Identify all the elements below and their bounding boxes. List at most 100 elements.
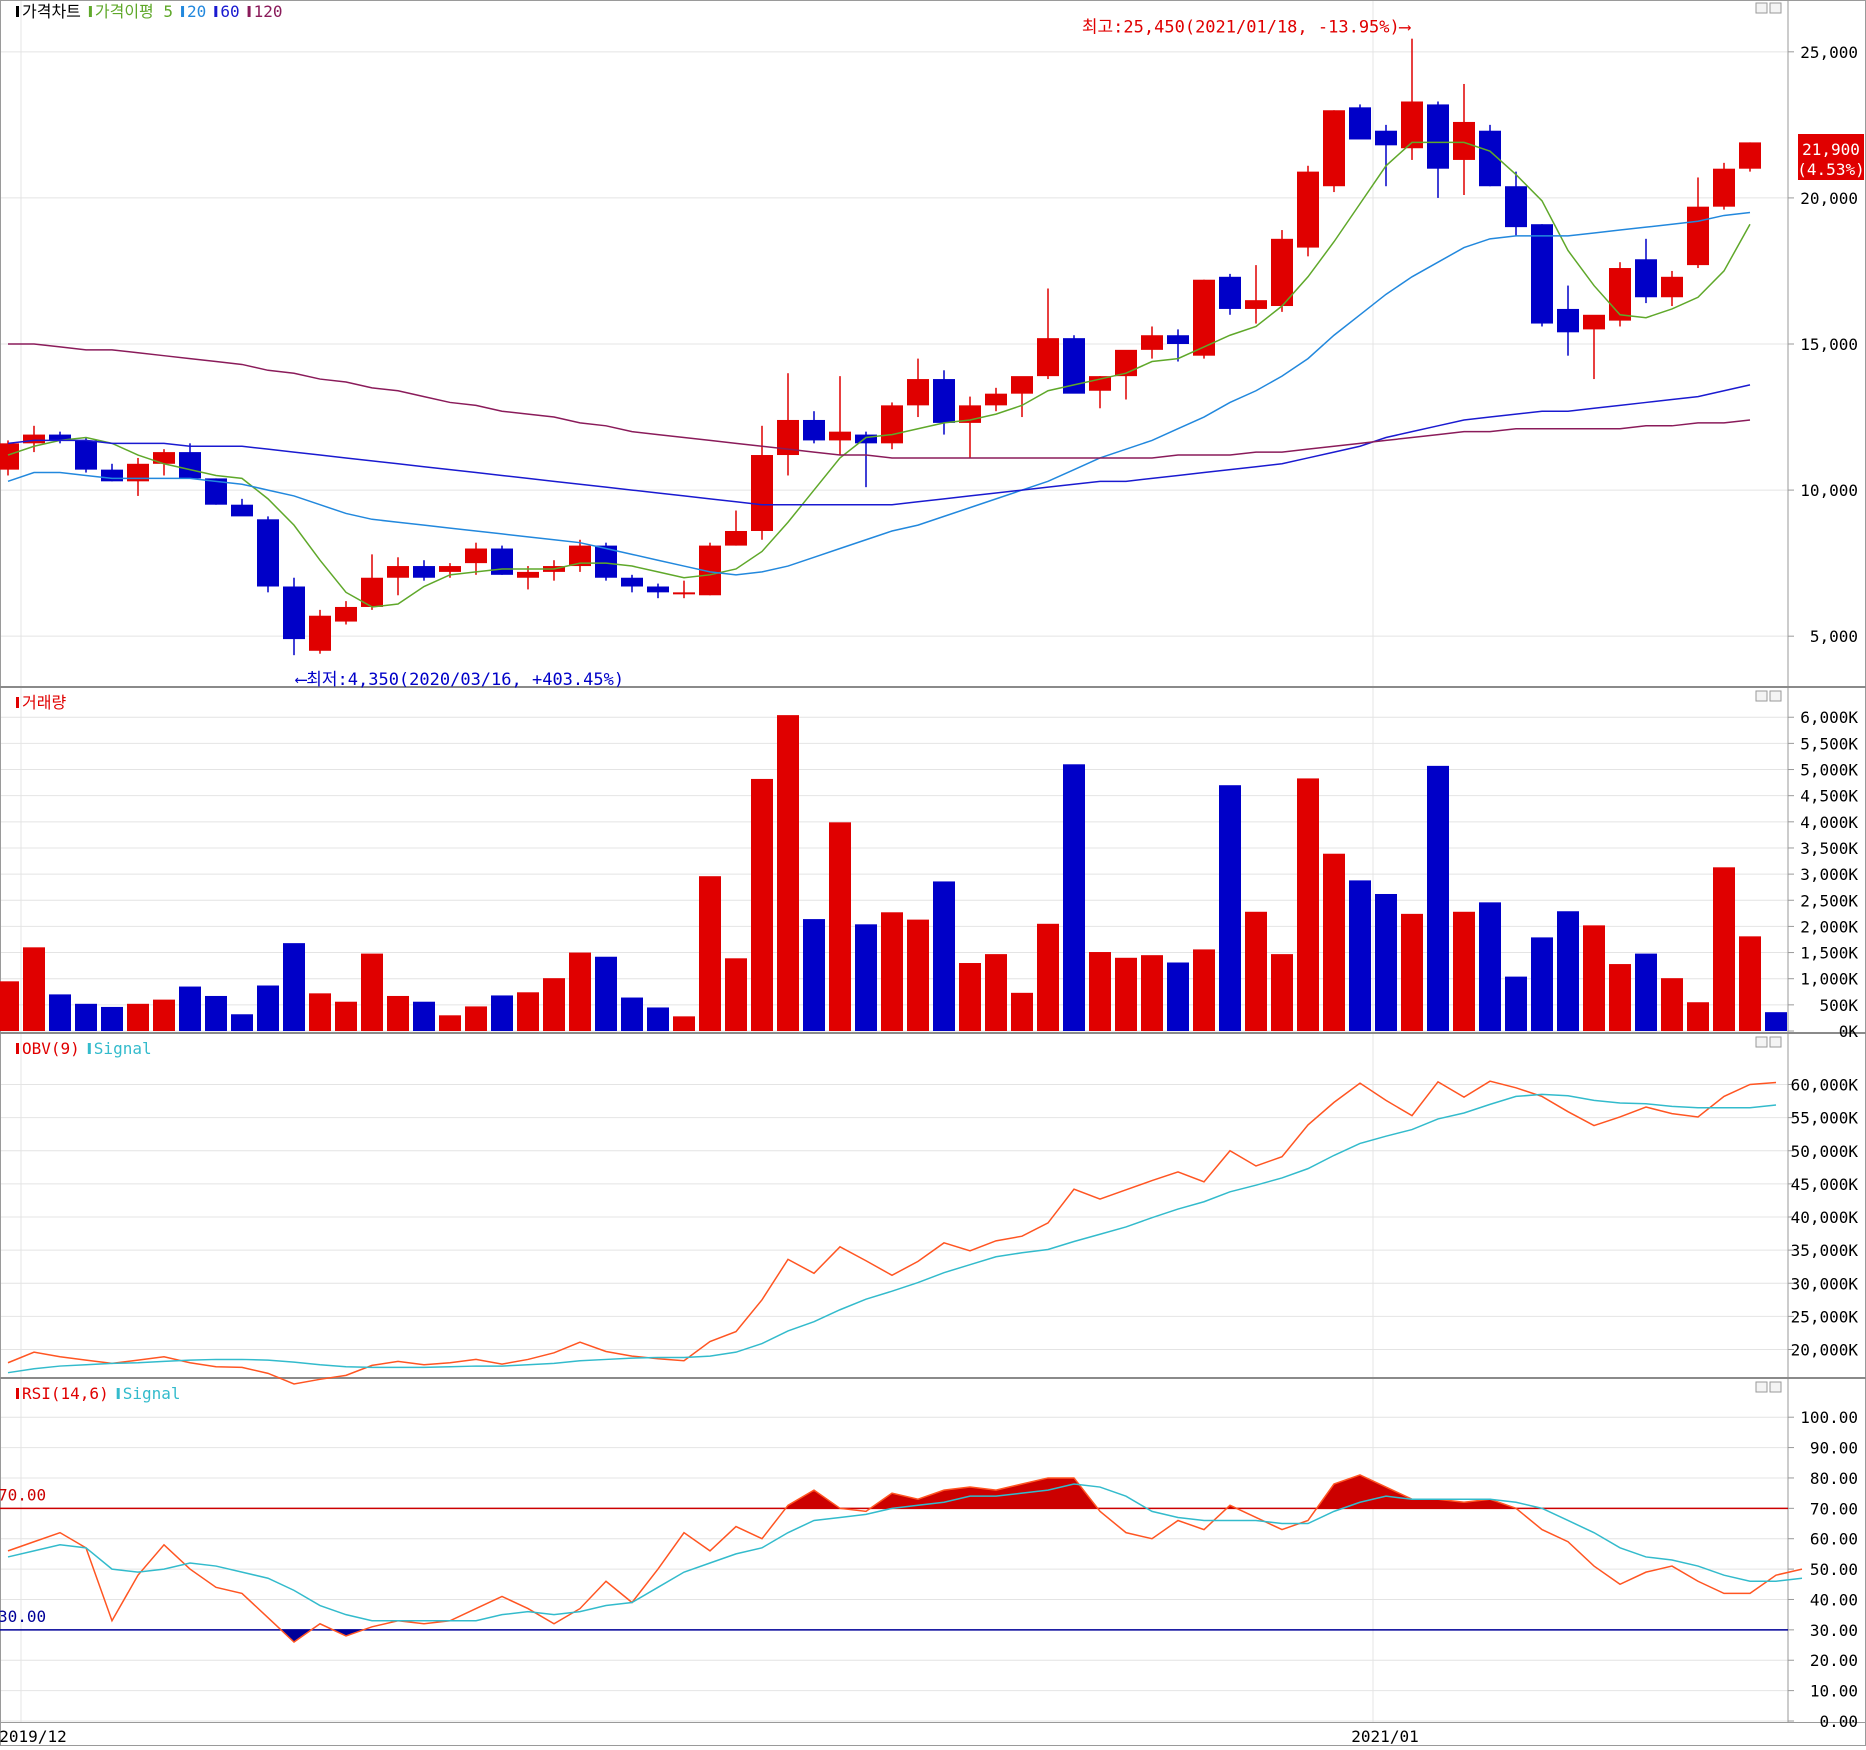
candle-body	[751, 455, 773, 531]
candle-body	[725, 530, 747, 546]
volume-bar	[543, 978, 565, 1031]
panel-minimize-button	[1755, 2, 1768, 14]
volume-bar	[1167, 962, 1189, 1031]
obv-legend-label: OBV(9)	[22, 1039, 80, 1058]
candle-body	[1349, 107, 1371, 140]
price-y-tick-label: 5,000	[1810, 627, 1858, 646]
obv-legend-swatch	[87, 1043, 91, 1054]
candle-body	[803, 419, 825, 441]
candle-body	[1427, 104, 1449, 169]
volume-bar	[23, 947, 45, 1031]
volume-bar	[1349, 880, 1371, 1031]
candle-body	[1115, 349, 1137, 377]
candle-body	[517, 571, 539, 578]
candle-body	[1557, 308, 1579, 333]
panel-close-button	[1769, 1381, 1782, 1393]
volume-bar	[881, 912, 903, 1031]
volume-legend-swatch	[16, 697, 19, 708]
price-y-tick-label: 25,000	[1800, 43, 1858, 62]
candle-body	[1687, 206, 1709, 266]
volume-bar	[1609, 964, 1631, 1031]
volume-bar	[933, 881, 955, 1031]
volume-bar	[751, 778, 773, 1031]
volume-bar	[309, 993, 331, 1031]
candle-body	[1739, 142, 1761, 169]
low-price-annotation: ⟵최저:4,350(2020/03/16, +403.45%)	[295, 670, 624, 690]
volume-y-tick-label: 4,000K	[1800, 813, 1858, 832]
candle-body	[1297, 171, 1319, 248]
volume-bar	[1687, 1002, 1709, 1031]
volume-y-tick-label: 1,500K	[1800, 944, 1858, 963]
candle-body	[0, 443, 19, 470]
rsi-reference-label: 70.00	[0, 1485, 46, 1504]
volume-bar	[1193, 949, 1215, 1031]
candle-body	[1635, 259, 1657, 298]
price-legend-swatch	[247, 6, 251, 17]
volume-bar	[465, 1006, 487, 1031]
volume-y-tick-label: 2,000K	[1800, 917, 1858, 936]
candle-body	[1505, 186, 1527, 228]
volume-bar	[231, 1014, 253, 1031]
rsi-legend-label: RSI(14,6)	[22, 1384, 109, 1403]
candle-body	[1037, 338, 1059, 377]
candle-body	[335, 606, 357, 622]
candle-body	[1141, 335, 1163, 350]
candle-body	[1011, 376, 1033, 394]
volume-bar	[959, 963, 981, 1031]
volume-bar	[595, 956, 617, 1031]
candle-body	[1661, 276, 1683, 298]
rsi-y-tick-label: 20.00	[1810, 1651, 1858, 1670]
rsi-overbought-fill	[1048, 1477, 1074, 1509]
obv-legend-swatch	[16, 1043, 19, 1054]
volume-y-tick-label: 1,000K	[1800, 970, 1858, 989]
candle-body	[1167, 335, 1189, 344]
volume-bar	[205, 995, 227, 1031]
volume-y-tick-label: 5,500K	[1800, 734, 1858, 753]
volume-bar	[101, 1006, 123, 1031]
candle-body	[75, 440, 97, 470]
volume-bar	[1479, 902, 1501, 1031]
rsi-y-tick-label: 80.00	[1810, 1469, 1858, 1488]
candle-body	[673, 592, 695, 595]
volume-bar	[283, 943, 305, 1031]
rsi-y-tick-label: 30.00	[1810, 1621, 1858, 1640]
candle-body	[933, 379, 955, 423]
candle-body	[1401, 101, 1423, 149]
volume-bar	[1739, 936, 1761, 1031]
obv-y-tick-label: 35,000K	[1791, 1241, 1859, 1260]
candle-body	[1375, 130, 1397, 146]
candle-body	[1219, 276, 1241, 309]
volume-y-tick-label: 500K	[1819, 996, 1858, 1015]
candle-body	[1193, 279, 1215, 356]
obv-y-tick-label: 45,000K	[1791, 1175, 1859, 1194]
volume-bar	[1323, 853, 1345, 1031]
volume-bar	[699, 876, 721, 1031]
volume-bar	[1765, 1012, 1787, 1031]
volume-bar	[1635, 953, 1657, 1031]
candle-body	[647, 586, 669, 593]
volume-bar	[1713, 867, 1735, 1031]
high-price-annotation: 최고:25,450(2021/01/18, -13.95%)⟶	[1082, 18, 1412, 38]
panel-close-button	[1769, 1036, 1782, 1048]
candle-body	[1271, 238, 1293, 307]
volume-bar	[829, 822, 851, 1031]
volume-bar	[907, 919, 929, 1031]
obv-y-tick-label: 20,000K	[1791, 1341, 1859, 1360]
candle-body	[413, 566, 435, 578]
volume-bar	[1297, 778, 1319, 1031]
obv-y-tick-label: 40,000K	[1791, 1208, 1859, 1227]
candle-body	[439, 566, 461, 572]
volume-legend-label: 거래량	[22, 693, 66, 712]
volume-bar	[127, 1003, 149, 1031]
rsi-y-tick-label: 100.00	[1800, 1408, 1858, 1427]
volume-bar	[1245, 911, 1267, 1031]
candle-body	[1531, 224, 1553, 324]
volume-bar	[569, 952, 591, 1031]
rsi-y-tick-label: 70.00	[1810, 1499, 1858, 1518]
candle-body	[621, 577, 643, 587]
volume-bar	[1375, 893, 1397, 1031]
volume-bar	[621, 997, 643, 1031]
price-legend-swatch	[214, 6, 218, 17]
volume-bar	[517, 992, 539, 1031]
volume-y-tick-label: 5,000K	[1800, 761, 1858, 780]
